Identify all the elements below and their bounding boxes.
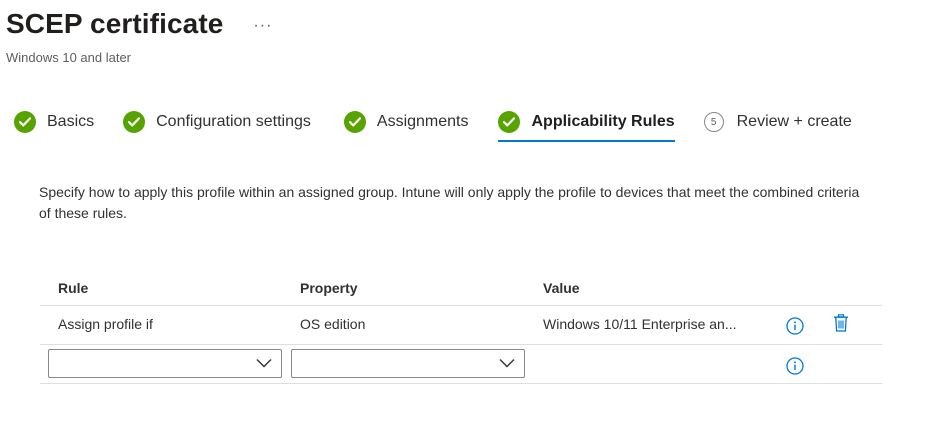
trash-icon[interactable] <box>833 314 849 332</box>
step-label: Basics <box>47 113 95 130</box>
step-label: Applicability Rules <box>531 113 675 130</box>
page-title: SCEP certificate <box>6 8 224 39</box>
step-assignments[interactable]: Assignments <box>343 108 469 136</box>
checkmark-icon <box>123 111 146 133</box>
step-label: Assignments <box>376 113 469 130</box>
chevron-down-icon <box>256 359 272 368</box>
rule-cell: Assign profile if <box>58 316 153 332</box>
page-header: SCEP certificate ··· Windows 10 and late… <box>6 8 272 65</box>
step-review-create[interactable]: 5 Review + create <box>703 108 852 136</box>
column-header-rule: Rule <box>58 279 89 296</box>
ellipsis-icon[interactable]: ··· <box>253 18 272 34</box>
step-applicability-rules[interactable]: Applicability Rules <box>498 108 675 142</box>
table-row: Assign profile if OS edition Windows 10/… <box>40 306 882 345</box>
info-icon[interactable] <box>786 317 804 335</box>
wizard-steps: Basics Configuration settings Assignment… <box>14 108 852 144</box>
step-number-badge: 5 <box>703 112 724 132</box>
checkmark-icon <box>343 111 366 133</box>
step-label: Review + create <box>736 113 852 130</box>
active-step-underline <box>498 140 675 142</box>
rules-table: Rule Property Value Assign profile if OS… <box>40 270 882 384</box>
column-header-property: Property <box>300 279 358 296</box>
title-row: SCEP certificate ··· <box>6 8 272 40</box>
property-cell: OS edition <box>300 316 366 332</box>
step-basics[interactable]: Basics <box>14 108 94 136</box>
property-dropdown[interactable] <box>291 349 525 378</box>
page-subtitle: Windows 10 and later <box>6 50 132 65</box>
description-text: Specify how to apply this profile within… <box>39 184 860 221</box>
checkmark-icon <box>498 111 521 133</box>
column-header-value: Value <box>543 279 580 296</box>
chevron-down-icon <box>499 359 515 368</box>
info-icon[interactable] <box>786 357 804 375</box>
step-label: Configuration settings <box>156 113 311 130</box>
step-configuration-settings[interactable]: Configuration settings <box>123 108 311 136</box>
value-cell: Windows 10/11 Enterprise an... <box>543 316 737 332</box>
checkmark-icon <box>14 111 36 133</box>
table-row-new-rule <box>40 345 882 384</box>
table-header: Rule Property Value <box>40 270 882 306</box>
rule-dropdown[interactable] <box>48 349 282 378</box>
